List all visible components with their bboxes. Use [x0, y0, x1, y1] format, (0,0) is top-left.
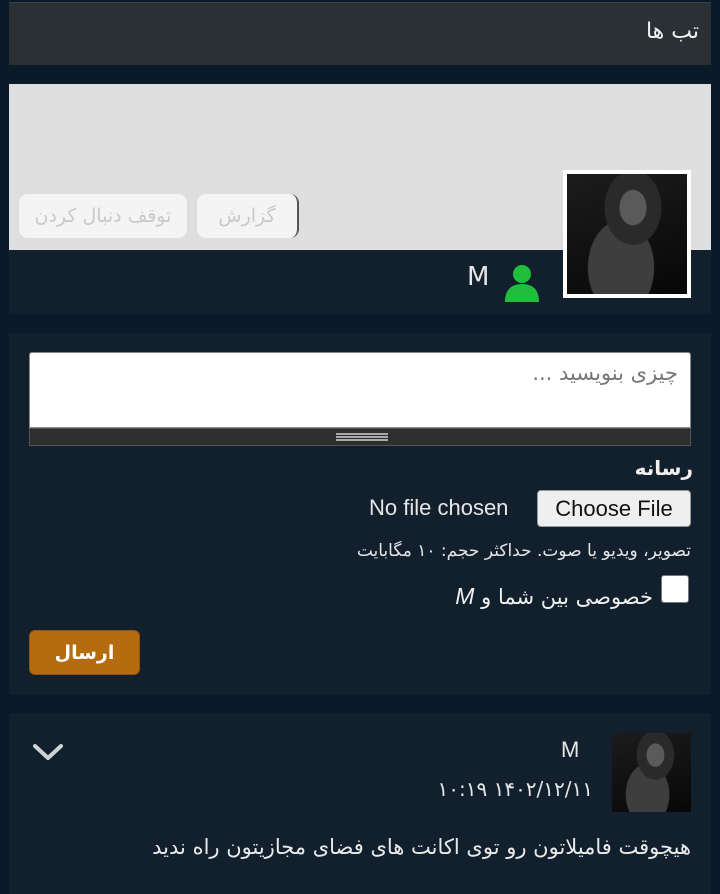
- compose-form: رسانه Choose File No file chosen تصویر، …: [9, 333, 711, 695]
- send-button[interactable]: ارسال: [29, 630, 140, 675]
- private-checkbox[interactable]: [661, 575, 689, 603]
- unfollow-button[interactable]: توقف دنبال کردن: [19, 194, 187, 238]
- profile-name: M: [467, 262, 490, 292]
- file-status: No file chosen: [369, 495, 509, 520]
- user-online-icon: [505, 265, 539, 302]
- post-author-photo: [612, 733, 691, 812]
- tabs-title: تب ها: [645, 19, 699, 44]
- private-label-text: خصوصی بین شما و: [481, 585, 653, 609]
- post-author-avatar[interactable]: [612, 733, 691, 812]
- textarea-resize-handle[interactable]: [29, 428, 691, 446]
- profile-card: گزارش توقف دنبال کردن M: [9, 84, 711, 314]
- media-label: رسانه: [634, 456, 693, 480]
- resize-grip-icon: [336, 433, 388, 441]
- profile-photo: [567, 174, 687, 294]
- post-textarea[interactable]: [29, 352, 691, 428]
- tabs-header[interactable]: تب ها: [9, 2, 711, 65]
- post-date: ۱۴۰۲/۱۲/۱۱ ۱۰:۱۹: [437, 777, 594, 801]
- post-author[interactable]: M: [561, 737, 579, 763]
- chevron-down-icon[interactable]: [31, 741, 65, 763]
- post-card: M ۱۴۰۲/۱۲/۱۱ ۱۰:۱۹ هیچوقت فامیلاتون رو ت…: [9, 713, 711, 894]
- media-hint: تصویر، ویدیو یا صوت. حداکثر حجم: ۱۰ مگاب…: [356, 541, 691, 561]
- post-text: هیچوقت فامیلاتون رو توی اکانت های فضای م…: [152, 835, 691, 859]
- private-label: خصوصی بین شما و M: [455, 583, 653, 610]
- profile-avatar[interactable]: [563, 170, 691, 298]
- choose-file-button[interactable]: Choose File: [537, 490, 691, 527]
- private-label-user: M: [455, 583, 475, 609]
- report-button[interactable]: گزارش: [197, 194, 299, 238]
